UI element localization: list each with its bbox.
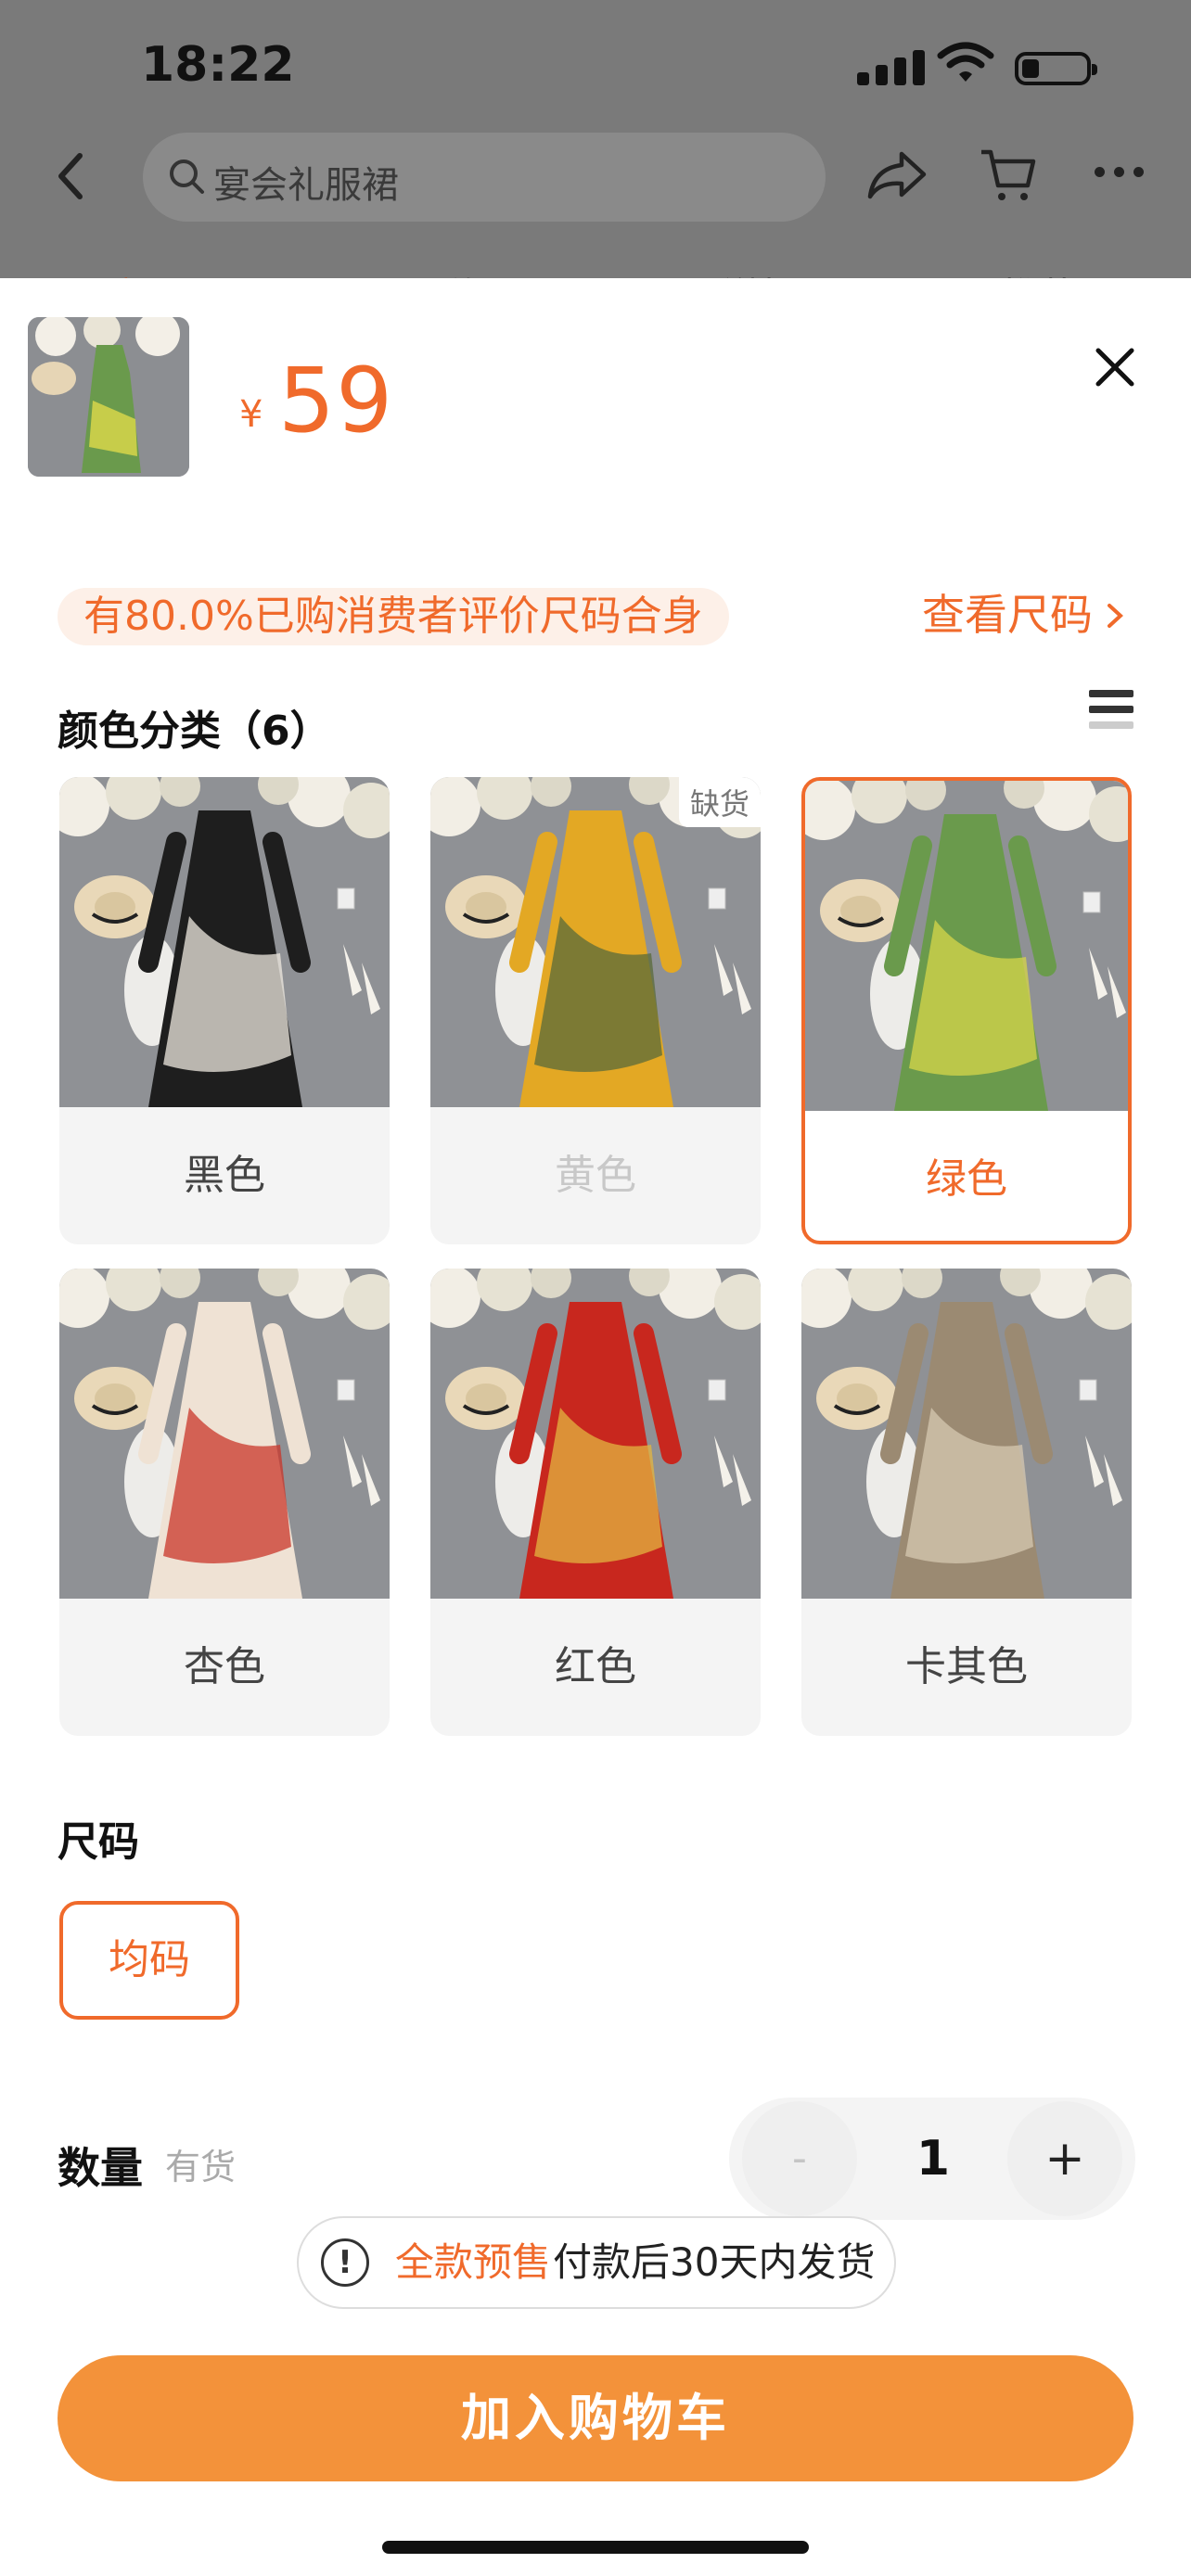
color-option-image (805, 781, 1128, 1111)
battery-icon (1015, 52, 1097, 85)
product-thumbnail[interactable] (28, 317, 189, 477)
chevron-right-icon (1106, 586, 1124, 644)
status-time: 18:22 (141, 37, 295, 93)
quantity-label: 数量 (58, 2143, 143, 2193)
share-icon[interactable] (866, 148, 928, 200)
quantity-stepper: - 1 + (729, 2098, 1135, 2220)
size-section-title: 尺码 (58, 1818, 139, 1866)
color-option[interactable]: 红色 (430, 1269, 761, 1736)
wifi-icon (937, 42, 994, 82)
search-bar[interactable]: 宴会礼服裙 (143, 133, 826, 222)
color-option-label: 卡其色 (905, 1643, 1028, 1690)
more-icon[interactable] (1095, 167, 1144, 177)
decrease-button[interactable]: - (742, 2101, 857, 2216)
close-icon[interactable] (1091, 343, 1139, 391)
color-option[interactable]: 黑色 (59, 777, 390, 1244)
color-option-label: 绿色 (926, 1155, 1007, 1203)
color-option-image (430, 1269, 761, 1599)
cellular-signal-icon (857, 48, 925, 85)
color-option[interactable]: 缺货黄色 (430, 777, 761, 1244)
color-section-title: 颜色分类（6） (58, 708, 331, 755)
out-of-stock-badge: 缺货 (678, 777, 761, 827)
color-option[interactable]: 杏色 (59, 1269, 390, 1736)
price-value: 59 (278, 349, 394, 453)
stock-status: 有货 (165, 2147, 237, 2187)
back-icon[interactable] (52, 148, 89, 204)
color-option[interactable]: 卡其色 (801, 1269, 1132, 1736)
size-option-one-size[interactable]: 均码 (59, 1901, 239, 2020)
color-option-label: 杏色 (184, 1643, 265, 1690)
quantity-value[interactable]: 1 (877, 2098, 989, 2220)
color-option-label: 红色 (555, 1643, 636, 1690)
home-indicator (382, 2541, 809, 2554)
increase-button[interactable]: + (1007, 2101, 1122, 2216)
currency-symbol: ¥ (239, 393, 263, 436)
color-option-label: 黑色 (184, 1152, 265, 1199)
view-size-label: 查看尺码 (922, 590, 1093, 640)
list-view-icon[interactable] (1089, 690, 1133, 737)
search-text: 宴会礼服裙 (213, 164, 399, 207)
color-option[interactable]: 绿色 (801, 777, 1132, 1244)
presale-highlight: 全款预售 (395, 2239, 552, 2285)
size-fit-banner: 有80.0%已购消费者评价尺码合身 (58, 588, 729, 645)
presale-text: 付款后30天内发货 (553, 2239, 876, 2285)
exclamation-icon: ! (321, 2238, 369, 2287)
color-option-image (59, 1269, 390, 1599)
color-option-image (801, 1269, 1132, 1599)
presale-notice: ! 全款预售 付款后30天内发货 (297, 2216, 896, 2309)
color-option-image (59, 777, 390, 1107)
add-to-cart-button[interactable]: 加入购物车 (58, 2355, 1133, 2481)
cart-icon[interactable] (978, 147, 1037, 204)
view-size-link[interactable]: 查看尺码 (922, 586, 1124, 644)
status-bar: 18:22 (0, 0, 1191, 139)
color-option-label: 黄色 (555, 1152, 636, 1199)
search-icon (170, 159, 204, 194)
